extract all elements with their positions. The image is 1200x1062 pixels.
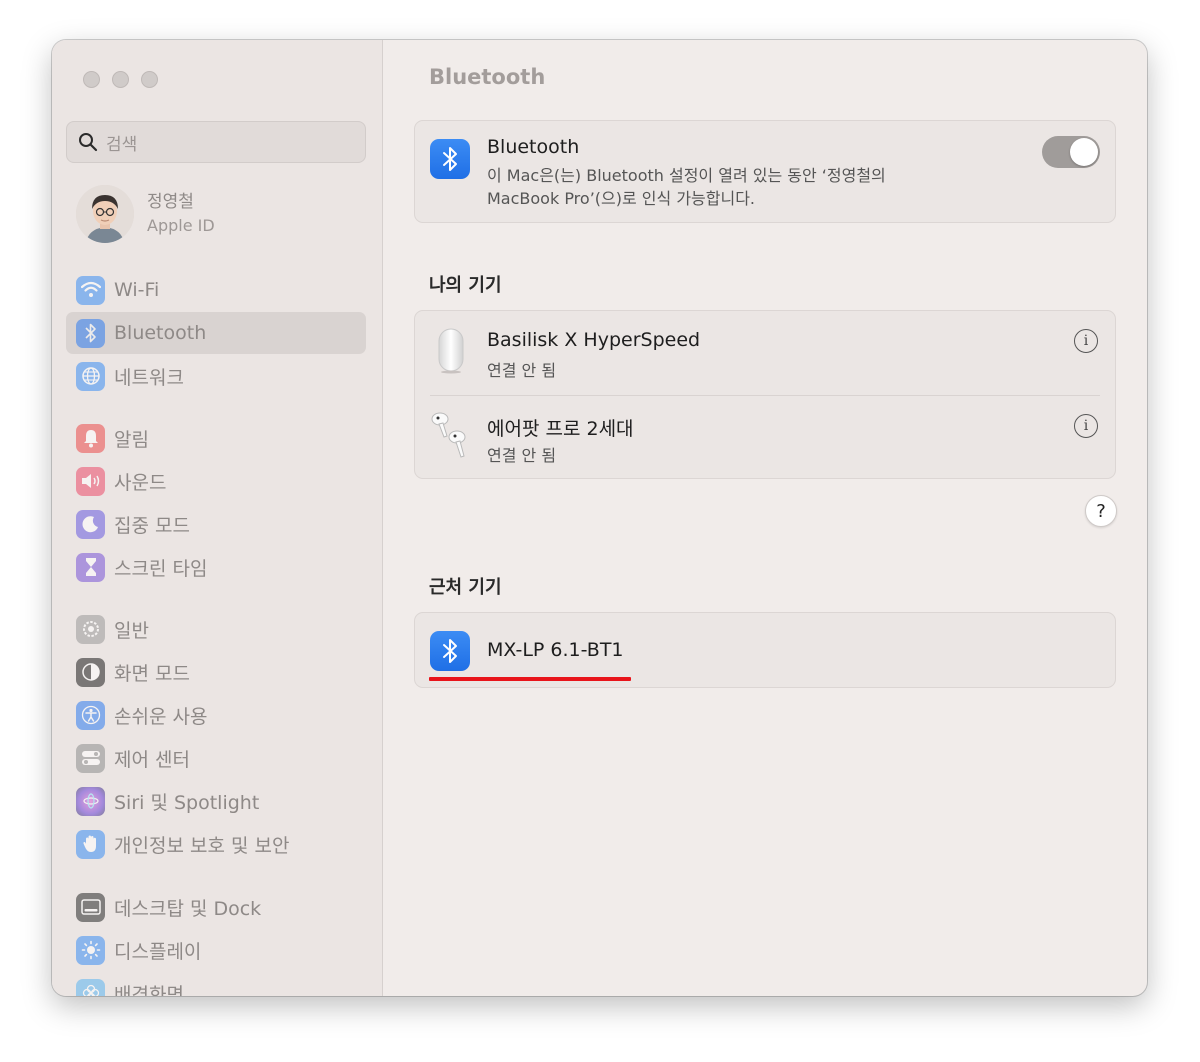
sidebar-item-focus[interactable]: 집중 모드 (66, 503, 366, 545)
window-controls (83, 71, 158, 88)
sidebar-item-label: Siri 및 Spotlight (114, 791, 260, 814)
sidebar-item-label: 집중 모드 (114, 514, 190, 537)
sidebar-item-displays[interactable]: 디스플레이 (66, 929, 366, 971)
close-window-button[interactable] (83, 71, 100, 88)
apple-id-profile[interactable]: 정영철 Apple ID (76, 185, 215, 243)
bluetooth-description-line2: MacBook Pro’(으)로 인식 가능합니다. (487, 189, 756, 208)
profile-name: 정영철 (147, 192, 194, 212)
moon-icon (76, 509, 105, 539)
sidebar-item-desktop-dock[interactable]: 데스크탑 및 Dock (66, 886, 366, 928)
my-devices-heading: 나의 기기 (429, 275, 502, 296)
profile-subtitle: Apple ID (147, 216, 215, 235)
dock-icon (76, 892, 105, 922)
hourglass-icon (76, 552, 105, 582)
sidebar-item-privacy-security[interactable]: 개인정보 보호 및 보안 (66, 823, 366, 865)
help-button[interactable]: ? (1085, 495, 1117, 527)
zoom-window-button[interactable] (141, 71, 158, 88)
list-item[interactable]: MX-LP 6.1-BT1 (415, 613, 1115, 687)
minimize-window-button[interactable] (112, 71, 129, 88)
bluetooth-toggle[interactable] (1042, 136, 1100, 168)
page-title: Bluetooth (429, 65, 546, 89)
bluetooth-toggle-card: Bluetooth 이 Mac은(는) Bluetooth 설정이 열려 있는 … (414, 120, 1116, 223)
red-underline-annotation (429, 677, 631, 681)
gear-icon (76, 614, 105, 644)
sidebar-item-bluetooth[interactable]: Bluetooth (66, 312, 366, 354)
sidebar-item-network[interactable]: 네트워크 (66, 355, 366, 397)
sidebar-item-label: 일반 (114, 619, 149, 642)
settings-window: 검색 정영철 Apple ID Wi-Fi Bluetooth 네트워크 알림 … (52, 40, 1147, 996)
siri-icon (76, 786, 105, 816)
list-item[interactable]: 에어팟 프로 2세대 연결 안 됨 i (415, 396, 1115, 481)
globe-icon (76, 361, 105, 391)
device-name: 에어팟 프로 2세대 (487, 418, 634, 440)
sidebar-item-label: 제어 센터 (114, 748, 190, 771)
search-icon (79, 133, 98, 152)
control-center-icon (76, 743, 105, 773)
main-pane: Bluetooth Bluetooth 이 Mac은(는) Bluetooth … (383, 40, 1147, 996)
bluetooth-icon (76, 318, 105, 348)
my-devices-list: Basilisk X HyperSpeed 연결 안 됨 i 에어팟 프로 2세… (414, 310, 1116, 479)
device-name: MX-LP 6.1-BT1 (487, 639, 624, 661)
sidebar-item-label: 데스크탑 및 Dock (114, 897, 262, 920)
sidebar: 검색 정영철 Apple ID Wi-Fi Bluetooth 네트워크 알림 … (52, 40, 383, 996)
sidebar-item-wallpaper[interactable]: 배경화면 (66, 972, 366, 996)
sidebar-item-label: 개인정보 보호 및 보안 (114, 834, 290, 857)
bell-icon (76, 423, 105, 453)
sidebar-item-appearance[interactable]: 화면 모드 (66, 651, 366, 693)
device-info-button[interactable]: i (1074, 329, 1098, 353)
search-placeholder: 검색 (106, 134, 138, 155)
sidebar-item-accessibility[interactable]: 손쉬운 사용 (66, 694, 366, 736)
device-info-button[interactable]: i (1074, 414, 1098, 438)
sidebar-item-label: 배경화면 (114, 983, 184, 997)
hand-icon (76, 829, 105, 859)
search-input[interactable]: 검색 (66, 121, 366, 163)
mouse-icon (438, 328, 464, 374)
bluetooth-icon (430, 139, 470, 179)
sidebar-item-notifications[interactable]: 알림 (66, 417, 366, 459)
accessibility-icon (76, 700, 105, 730)
airpods-icon (431, 412, 466, 458)
sidebar-item-label: 사운드 (114, 471, 167, 494)
sun-icon (76, 935, 105, 965)
sidebar-item-label: Wi-Fi (114, 279, 160, 301)
sidebar-item-label: Bluetooth (114, 322, 207, 344)
device-status: 연결 안 됨 (487, 361, 557, 380)
sidebar-item-label: 손쉬운 사용 (114, 705, 208, 728)
sidebar-item-siri-spotlight[interactable]: Siri 및 Spotlight (66, 780, 366, 822)
wifi-icon (76, 275, 105, 305)
bluetooth-description-line1: 이 Mac은(는) Bluetooth 설정이 열려 있는 동안 ‘정영철의 (487, 166, 886, 185)
sidebar-item-screen-time[interactable]: 스크린 타임 (66, 546, 366, 588)
list-item[interactable]: Basilisk X HyperSpeed 연결 안 됨 i (415, 311, 1115, 396)
nearby-devices-heading: 근처 기기 (429, 577, 502, 598)
flower-icon (76, 978, 105, 996)
device-status: 연결 안 됨 (487, 446, 557, 465)
sidebar-item-wifi[interactable]: Wi-Fi (66, 269, 366, 311)
sidebar-item-control-center[interactable]: 제어 센터 (66, 737, 366, 779)
appearance-icon (76, 657, 105, 687)
toggle-knob (1070, 138, 1098, 166)
device-name: Basilisk X HyperSpeed (487, 329, 701, 351)
sidebar-item-label: 스크린 타임 (114, 557, 208, 580)
sidebar-item-general[interactable]: 일반 (66, 608, 366, 650)
sidebar-item-sound[interactable]: 사운드 (66, 460, 366, 502)
sidebar-item-label: 디스플레이 (114, 940, 202, 963)
sidebar-item-label: 네트워크 (114, 366, 184, 389)
sidebar-item-label: 알림 (114, 428, 149, 451)
bluetooth-label: Bluetooth (487, 136, 580, 158)
speaker-icon (76, 466, 105, 496)
avatar (76, 185, 134, 243)
sidebar-item-label: 화면 모드 (114, 662, 190, 685)
bluetooth-icon (430, 631, 470, 671)
